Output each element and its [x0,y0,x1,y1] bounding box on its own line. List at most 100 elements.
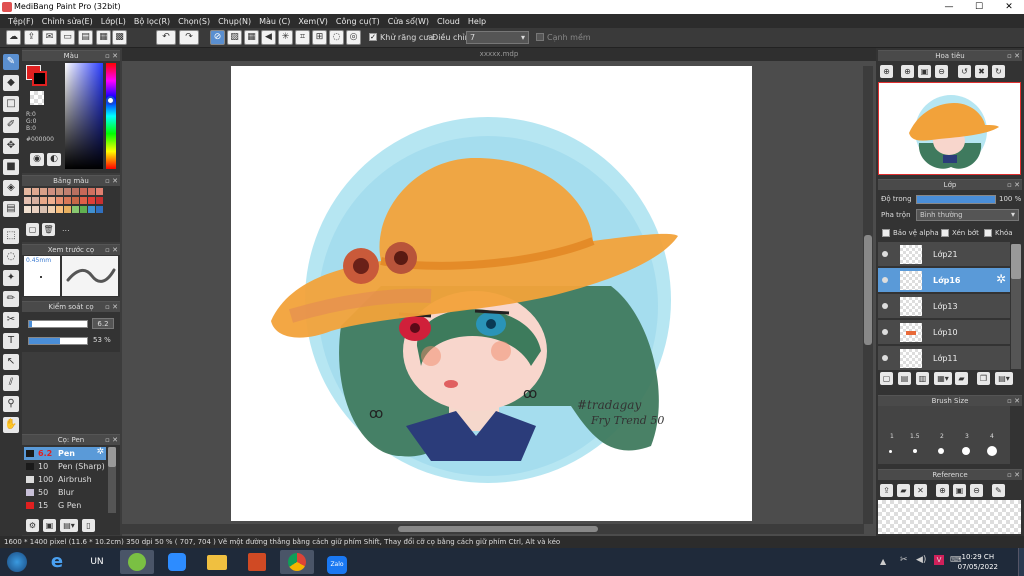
file-explorer-icon[interactable] [200,550,234,574]
maximize-button[interactable]: ☐ [964,0,994,14]
zoom-out-icon[interactable]: ⊕ [901,65,914,78]
visibility-eye-icon[interactable] [882,303,888,309]
redo-button[interactable]: ↷ [179,30,199,45]
zoom-app-icon[interactable] [160,550,194,574]
menu-layer[interactable]: Lớp(L) [97,17,130,26]
palette-swatch[interactable] [64,206,71,213]
brush-item-airbrush[interactable]: 100 Airbrush [24,474,106,486]
palette-swatch[interactable] [48,206,55,213]
unikey-icon[interactable]: UN [80,550,114,574]
parallel-snap-icon[interactable]: ▨ [227,30,242,45]
brush-add-icon[interactable]: ▣ [43,519,56,532]
palette-swatch[interactable] [24,206,31,213]
size-preset-label[interactable]: 3 [965,433,969,440]
horizontal-scroll-thumb[interactable] [398,526,598,532]
document-icon[interactable]: ▤ [78,30,93,45]
menu-color[interactable]: Màu (C) [255,17,294,26]
move-tool-icon[interactable]: ✥ [3,138,19,154]
trash-icon[interactable]: 🗑 [42,223,55,236]
palette-swatch[interactable] [56,206,63,213]
palette-swatch[interactable] [32,188,39,195]
duplicate-layer-icon[interactable]: ❐ [977,372,990,385]
palette-swatch[interactable] [32,206,39,213]
select-eraser-icon[interactable]: ✂ [3,312,19,328]
visibility-eye-icon[interactable] [882,251,888,257]
layer-row[interactable]: Lớp13 [878,294,1010,319]
perspective-snap-icon[interactable]: ⌗ [295,30,310,45]
operation-tool-icon[interactable]: ↖ [3,354,19,370]
layer-opacity-slider[interactable] [916,195,996,204]
rotate-left-icon[interactable]: ↺ [958,65,971,78]
palette-swatch[interactable] [96,206,103,213]
palette-swatch[interactable] [72,197,79,204]
size-dot[interactable] [962,447,970,455]
palette-more[interactable]: ... [62,224,70,233]
snap-checkbox[interactable] [536,33,544,41]
palette-swatch[interactable] [32,197,39,204]
color-wheel-icon[interactable]: ◉ [30,153,44,166]
pen-tool-icon[interactable]: ✐ [3,117,19,133]
show-desktop-button[interactable] [1018,548,1024,576]
divide-tool-icon[interactable]: ⫽ [3,375,19,391]
reference-zoom-in-icon[interactable]: ⊕ [936,484,949,497]
hand-tool-icon[interactable]: ✋ [3,417,19,433]
palette-swatch[interactable] [80,206,87,213]
brush-item-pen[interactable]: 6.2 Pen ✲ [24,447,106,460]
grid-snap-icon[interactable]: ▦ [244,30,259,45]
palette-swatch[interactable] [88,188,95,195]
palette-swatch[interactable] [80,188,87,195]
brush-size-slider[interactable] [28,320,88,328]
lock-checkbox[interactable] [984,229,992,237]
size-preset-label[interactable]: 1.5 [910,433,920,440]
menu-view[interactable]: Xem(V) [294,17,332,26]
radial-snap-icon[interactable]: ◀ [261,30,276,45]
hue-handle[interactable] [106,96,115,105]
document-tab[interactable]: xxxxx.mdp [122,48,876,61]
settings-gear-icon[interactable]: ✲ [96,447,104,457]
start-button[interactable] [2,550,32,574]
panel-close-icon[interactable]: ▫ ✕ [1007,470,1020,481]
zalo-icon[interactable]: Zalo [320,550,354,574]
palette-swatch[interactable] [40,188,47,195]
size-preset-label[interactable]: 4 [990,433,994,440]
cross-snap-icon[interactable]: ✳ [278,30,293,45]
select-pen-icon[interactable]: ✏ [3,291,19,307]
layer-row[interactable]: Lớp11 [878,346,1010,371]
dot-tool-icon[interactable]: □ [3,96,19,112]
brush-tool-icon[interactable]: ✎ [3,54,19,70]
size-dot[interactable] [913,449,917,453]
concentric-snap-icon[interactable]: ◎ [346,30,361,45]
bucket-tool-icon[interactable]: ◈ [3,180,19,196]
palette-swatch[interactable] [96,197,103,204]
flip-icon[interactable]: ✖ [975,65,988,78]
add-palette-icon[interactable]: ▢ [26,223,39,236]
page-icon[interactable]: ▦ [96,30,111,45]
brush-settings-icon[interactable]: ▯ [82,519,95,532]
brush-menu-icon[interactable]: ▤▾ [60,519,78,532]
brush-size-value[interactable]: 6.2 [92,318,114,329]
palette-swatch[interactable] [80,197,87,204]
navigator-preview[interactable] [878,82,1021,175]
palette-swatch[interactable] [56,197,63,204]
layers-scrollbar[interactable] [1011,244,1021,369]
circle-snap-icon[interactable]: ◌ [329,30,344,45]
menu-edit[interactable]: Chỉnh sửa(E) [38,17,97,26]
menu-filter[interactable]: Bộ lọc(R) [130,17,174,26]
menu-cloud[interactable]: Cloud [433,17,464,26]
comment-icon[interactable]: ✉ [42,30,57,45]
tray-tools-icon[interactable]: ✂ [900,555,908,565]
layer-settings-gear-icon[interactable]: ✲ [996,272,1006,286]
palette-swatch[interactable] [72,188,79,195]
snap-off-icon[interactable]: ⊘ [210,30,225,45]
brush-list-scrollbar[interactable] [108,447,116,513]
vertical-scroll-thumb[interactable] [864,235,872,345]
saturation-value-picker[interactable] [65,63,103,169]
blend-mode-select[interactable]: Bình thường ▾ [916,209,1019,221]
text-tool-icon[interactable]: T [3,333,19,349]
minimize-button[interactable]: — [934,0,964,14]
chat-icon[interactable]: ▭ [60,30,75,45]
protect-alpha-checkbox[interactable] [882,229,890,237]
menu-help[interactable]: Help [464,17,490,26]
reference-cloud-icon[interactable]: ⇪ [880,484,893,497]
clock[interactable]: 10:29 CH 07/05/2022 [958,552,998,572]
